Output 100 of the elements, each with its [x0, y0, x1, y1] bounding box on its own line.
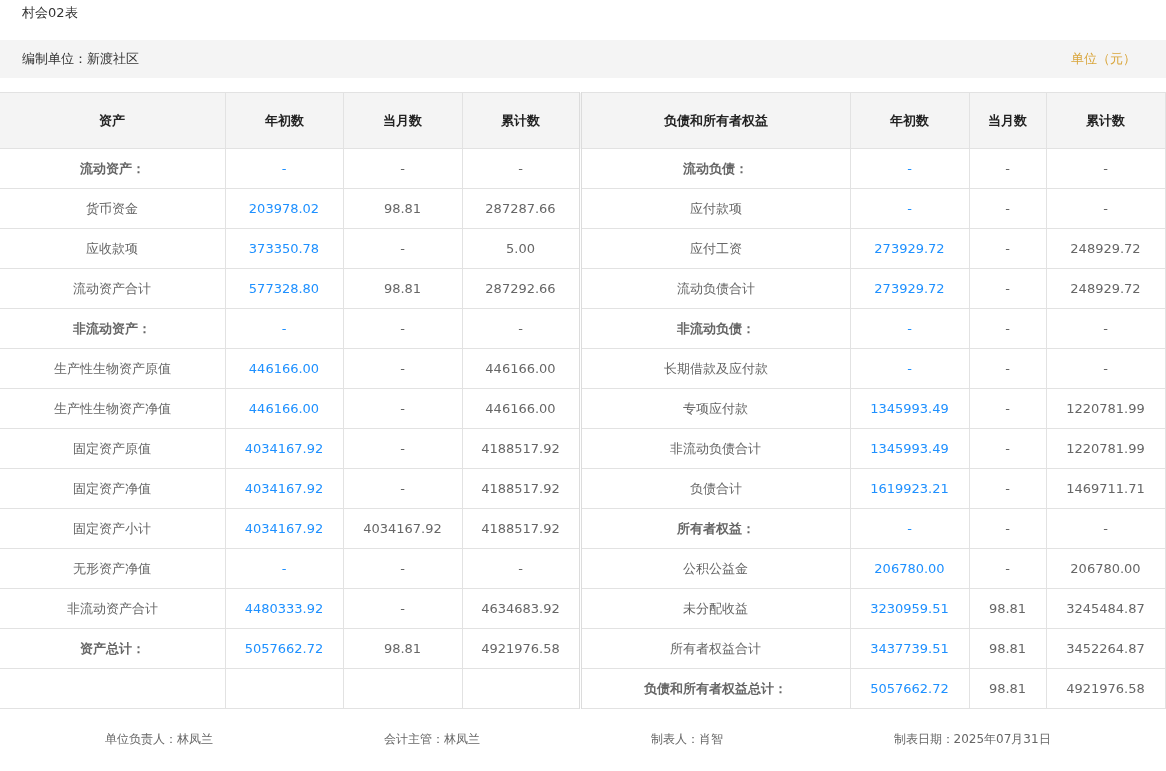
table-cell: 98.81 — [969, 668, 1046, 709]
column-header: 累计数 — [1046, 92, 1165, 149]
opening-value-link[interactable]: - — [850, 348, 969, 389]
column-header: 累计数 — [462, 92, 580, 149]
table-cell: 206780.00 — [1046, 548, 1165, 589]
table-cell: 98.81 — [969, 628, 1046, 669]
table-cell: - — [969, 228, 1046, 269]
opening-value-link[interactable]: 3437739.51 — [850, 628, 969, 669]
row-label: 应收款项 — [0, 228, 225, 269]
currency-note: 单位（元） — [1071, 50, 1136, 68]
column-header: 当月数 — [343, 92, 462, 149]
opening-value-link[interactable]: 446166.00 — [225, 348, 343, 389]
row-label: 无形资产净值 — [0, 548, 225, 589]
signature-text: 会计主管：林凤兰 — [384, 731, 481, 748]
row-label: 长期借款及应付款 — [580, 348, 850, 389]
signature-text: 制表人：肖智 — [650, 731, 723, 748]
opening-value-link[interactable]: 4034167.92 — [225, 428, 343, 469]
row-label: 非流动资产： — [0, 308, 225, 349]
row-label: 非流动负债合计 — [580, 428, 850, 469]
column-header: 当月数 — [969, 92, 1046, 149]
column-header: 负债和所有者权益 — [580, 92, 850, 149]
table-cell: - — [1046, 308, 1165, 349]
opening-value-link[interactable]: 1619923.21 — [850, 468, 969, 509]
row-label: 专项应付款 — [580, 388, 850, 429]
form-code: 村会02表 — [21, 4, 79, 22]
opening-value-link[interactable]: 5057662.72 — [225, 628, 343, 669]
opening-value-link[interactable]: - — [850, 188, 969, 229]
row-label: 未分配收益 — [580, 588, 850, 629]
row-label: 固定资产净值 — [0, 468, 225, 509]
row-label: 流动负债： — [580, 148, 850, 189]
unit-name: 编制单位：新渡社区 — [22, 50, 139, 68]
opening-value-link[interactable]: 446166.00 — [225, 388, 343, 429]
table-cell: - — [343, 348, 462, 389]
table-cell: - — [969, 148, 1046, 189]
table-cell: - — [343, 428, 462, 469]
table-cell: - — [1046, 148, 1165, 189]
opening-value-link[interactable]: 273929.72 — [850, 268, 969, 309]
row-label: 资产总计： — [0, 628, 225, 669]
row-label: 负债合计 — [580, 468, 850, 509]
table-cell: - — [1046, 508, 1165, 549]
table-cell: 4034167.92 — [343, 508, 462, 549]
opening-value-link[interactable]: 1345993.49 — [850, 428, 969, 469]
row-label: 固定资产原值 — [0, 428, 225, 469]
column-header: 年初数 — [850, 92, 969, 149]
opening-value-link[interactable]: 4480333.92 — [225, 588, 343, 629]
row-label: 非流动资产合计 — [0, 588, 225, 629]
opening-value-link[interactable]: - — [850, 508, 969, 549]
opening-value-link[interactable]: 577328.80 — [225, 268, 343, 309]
row-label: 流动资产合计 — [0, 268, 225, 309]
row-label: 固定资产小计 — [0, 508, 225, 549]
row-label: 所有者权益： — [580, 508, 850, 549]
table-cell: 1469711.71 — [1046, 468, 1165, 509]
row-label: 生产性生物资产原值 — [0, 348, 225, 389]
table-cell: - — [343, 548, 462, 589]
table-cell: - — [969, 508, 1046, 549]
opening-value-link[interactable]: - — [850, 308, 969, 349]
table-cell: 3452264.87 — [1046, 628, 1165, 669]
table-cell: - — [343, 588, 462, 629]
opening-value-link[interactable]: 5057662.72 — [850, 668, 969, 709]
table-cell: - — [969, 388, 1046, 429]
table-cell: 1220781.99 — [1046, 388, 1165, 429]
table-cell: 98.81 — [969, 588, 1046, 629]
signature-text: 制表日期：2025年07月31日 — [893, 731, 1051, 748]
table-cell: - — [343, 228, 462, 269]
opening-value-link[interactable]: 3230959.51 — [850, 588, 969, 629]
table-cell: - — [1046, 188, 1165, 229]
row-label: 货币资金 — [0, 188, 225, 229]
opening-value-link[interactable]: - — [225, 148, 343, 189]
row-label: 生产性生物资产净值 — [0, 388, 225, 429]
opening-value-link[interactable]: 4034167.92 — [225, 508, 343, 549]
row-label: 公积公益金 — [580, 548, 850, 589]
table-cell: - — [343, 148, 462, 189]
table-cell: - — [969, 348, 1046, 389]
table-cell: - — [969, 468, 1046, 509]
table-cell: 3245484.87 — [1046, 588, 1165, 629]
table-cell: 248929.72 — [1046, 228, 1165, 269]
table-cell: 1220781.99 — [1046, 428, 1165, 469]
opening-value-link[interactable]: 1345993.49 — [850, 388, 969, 429]
row-label: 非流动负债： — [580, 308, 850, 349]
row-label: 应付工资 — [580, 228, 850, 269]
table-cell: - — [969, 308, 1046, 349]
opening-value-link[interactable]: 203978.02 — [225, 188, 343, 229]
table-cell: - — [343, 388, 462, 429]
table-cell: - — [1046, 348, 1165, 389]
opening-value-link[interactable]: 273929.72 — [850, 228, 969, 269]
opening-value-link[interactable]: 4034167.92 — [225, 468, 343, 509]
opening-value-link[interactable]: 373350.78 — [225, 228, 343, 269]
opening-value-link[interactable]: - — [225, 548, 343, 589]
table-cell: - — [343, 308, 462, 349]
opening-value-link[interactable]: - — [225, 308, 343, 349]
row-label: 流动负债合计 — [580, 268, 850, 309]
table-cell: 98.81 — [343, 188, 462, 229]
table-cell: 4921976.58 — [1046, 668, 1165, 709]
opening-value-link[interactable]: - — [850, 148, 969, 189]
table-cell: - — [969, 548, 1046, 589]
opening-value-link[interactable]: 206780.00 — [850, 548, 969, 589]
table-cell: - — [969, 268, 1046, 309]
signature-text: 单位负责人：林凤兰 — [105, 731, 214, 748]
row-label: 所有者权益合计 — [580, 628, 850, 669]
table-cell: 98.81 — [343, 628, 462, 669]
